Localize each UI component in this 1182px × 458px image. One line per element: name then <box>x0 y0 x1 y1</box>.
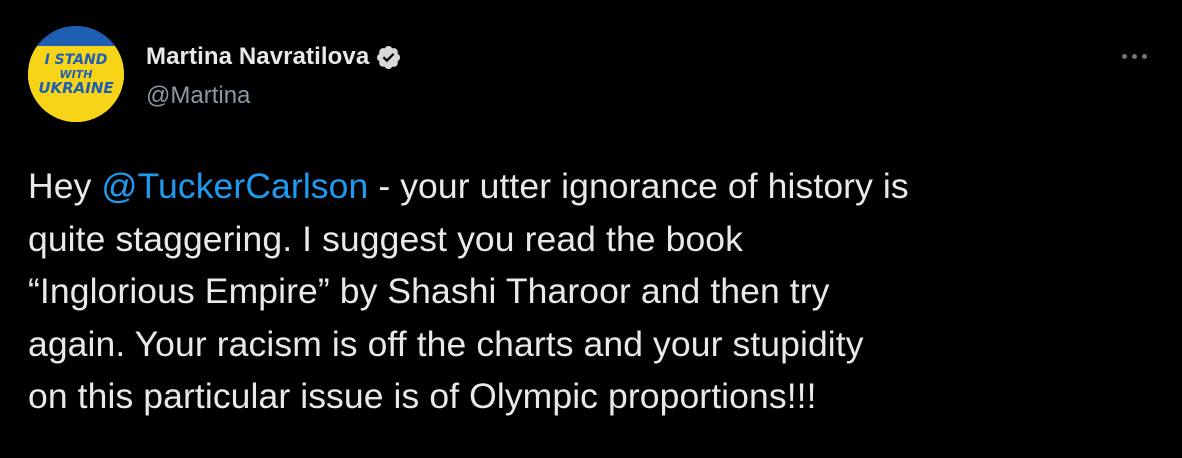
more-dot <box>1121 53 1127 59</box>
tweet-card: I STAND WITH UKRAINE Martina Navratilova… <box>0 0 1182 458</box>
author-name-row: Martina Navratilova <box>146 40 402 74</box>
tweet-line: on this particular issue is of Olympic p… <box>28 376 817 416</box>
tweet-text: Hey @TuckerCarlson - your utter ignoranc… <box>28 160 1158 423</box>
tweet-text-segment: Hey <box>28 166 102 206</box>
author-handle[interactable]: @Martina <box>146 82 250 110</box>
avatar-image: I STAND WITH UKRAINE <box>28 26 124 122</box>
more-dot <box>1141 53 1147 59</box>
more-dot <box>1131 53 1137 59</box>
tweet-line: “Inglorious Empire” by Shashi Tharoor an… <box>28 271 830 311</box>
more-horizontal-icon[interactable] <box>1114 44 1154 68</box>
avatar[interactable]: I STAND WITH UKRAINE <box>28 26 124 122</box>
avatar-text-line3: UKRAINE <box>38 79 114 97</box>
author-display-name[interactable]: Martina Navratilova <box>146 43 369 71</box>
tweet-line: quite staggering. I suggest you read the… <box>28 218 743 259</box>
tweet-line: again. Your racism is off the charts and… <box>28 323 864 364</box>
tweet-text-segment: - your utter ignorance of history is <box>368 166 909 206</box>
avatar-text-line1: I STAND <box>45 52 108 68</box>
tweet-line: Hey @TuckerCarlson - your utter ignoranc… <box>28 160 1158 213</box>
verified-badge-icon <box>377 45 401 69</box>
mention-link[interactable]: @TuckerCarlson <box>101 166 368 206</box>
